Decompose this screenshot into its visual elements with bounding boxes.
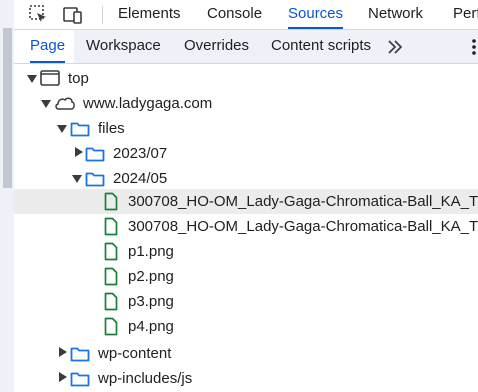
tree-item-file[interactable]: p1.png — [14, 239, 478, 264]
tree-item-top[interactable]: top — [14, 66, 478, 91]
tree-item-file[interactable]: p2.png — [14, 264, 478, 289]
file-tree: top www.ladygaga.com files 2023/07 2024/… — [14, 64, 478, 392]
toolbar-divider — [102, 6, 103, 24]
tab-network[interactable]: Network — [368, 0, 423, 29]
chevron-double-right-icon[interactable] — [386, 38, 404, 56]
expand-arrow-icon[interactable] — [72, 175, 82, 183]
main-toolbar: Elements Console Sources Network Perf — [14, 0, 478, 30]
subtab-content-scripts[interactable]: Content scripts — [271, 30, 371, 63]
expand-arrow-icon[interactable] — [41, 100, 51, 108]
tree-item-label: 2024/05 — [113, 170, 168, 187]
file-icon — [104, 217, 118, 241]
collapse-arrow-icon[interactable] — [59, 347, 67, 357]
tree-item-wp-content[interactable]: wp-content — [14, 341, 478, 366]
file-icon — [104, 242, 118, 266]
tree-item-label: 300708_HO-OM_Lady-Gaga-Chromatica-Ball_K… — [128, 193, 478, 210]
inspect-element-icon[interactable] — [28, 4, 50, 26]
tree-item-label: p4.png — [128, 318, 174, 335]
tree-item-label: files — [98, 120, 125, 137]
devtools-panel: Elements Console Sources Network Perf Pa… — [0, 0, 478, 392]
subtab-workspace[interactable]: Workspace — [86, 30, 161, 63]
tree-item-wp-includes[interactable]: wp-includes/js — [14, 366, 478, 391]
cloud-icon — [54, 95, 76, 116]
scrollbar-thumb[interactable] — [3, 28, 12, 188]
file-icon — [104, 267, 118, 291]
tree-item-file[interactable]: 300708_HO-OM_Lady-Gaga-Chromatica-Ball_K… — [14, 189, 478, 214]
navigator-tabs: Page Workspace Overrides Content scripts — [14, 30, 478, 64]
file-icon — [104, 192, 118, 216]
folder-icon — [70, 121, 90, 142]
tree-item-label: 300708_HO-OM_Lady-Gaga-Chromatica-Ball_K… — [128, 218, 478, 235]
tree-item-domain[interactable]: www.ladygaga.com — [14, 91, 478, 116]
tree-item-label: top — [68, 70, 89, 87]
tree-item-file[interactable]: 300708_HO-OM_Lady-Gaga-Chromatica-Ball_K… — [14, 214, 478, 239]
tree-item-label: wp-content — [98, 345, 172, 362]
tab-sources[interactable]: Sources — [288, 0, 344, 29]
left-scrollbar[interactable] — [0, 0, 14, 392]
file-icon — [104, 292, 118, 316]
tree-item-file[interactable]: p3.png — [14, 289, 478, 314]
expand-arrow-icon[interactable] — [27, 75, 37, 83]
expand-arrow-icon[interactable] — [57, 125, 67, 133]
tree-item-2023-07[interactable]: 2023/07 — [14, 141, 478, 166]
folder-icon — [70, 371, 90, 392]
device-toolbar-icon[interactable] — [62, 4, 84, 26]
tree-item-label: wp-includes/js — [98, 370, 193, 387]
frame-icon — [40, 70, 60, 91]
collapse-arrow-icon[interactable] — [75, 147, 83, 157]
tree-item-label: p3.png — [128, 293, 174, 310]
tree-item-file[interactable]: p4.png — [14, 314, 478, 339]
tree-item-label: www.ladygaga.com — [83, 95, 213, 112]
folder-icon — [85, 146, 105, 167]
collapse-arrow-icon[interactable] — [59, 372, 67, 382]
tree-item-files[interactable]: files — [14, 116, 478, 141]
tab-console[interactable]: Console — [207, 0, 262, 29]
tab-elements[interactable]: Elements — [118, 0, 181, 29]
tree-item-label: 2023/07 — [113, 145, 168, 162]
tab-performance[interactable]: Perf — [453, 0, 478, 29]
file-icon — [104, 317, 118, 341]
subtab-overrides[interactable]: Overrides — [184, 30, 249, 63]
tree-item-label: p2.png — [128, 268, 174, 285]
folder-icon — [70, 346, 90, 367]
tree-item-label: p1.png — [128, 243, 174, 260]
kebab-menu-icon[interactable] — [470, 38, 478, 56]
tree-item-2024-05[interactable]: 2024/05 — [14, 166, 478, 191]
subtab-page[interactable]: Page — [30, 30, 66, 63]
